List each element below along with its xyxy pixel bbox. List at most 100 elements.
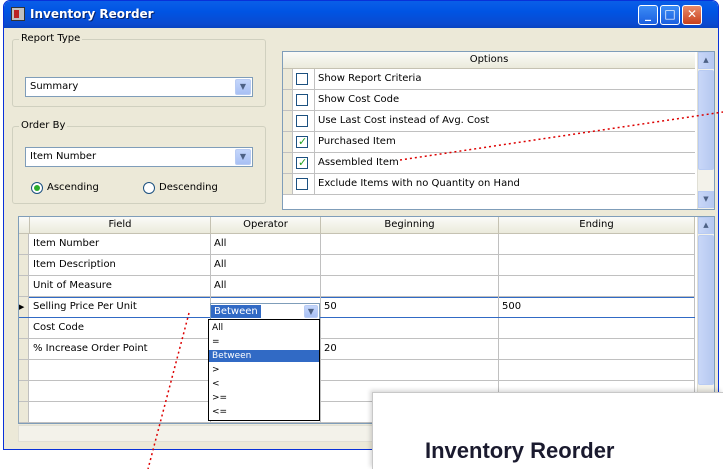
row-stub	[19, 318, 29, 338]
ending-cell[interactable]	[499, 255, 695, 275]
chevron-down-icon[interactable]: ▼	[235, 79, 251, 95]
option-label: Purchased Item	[314, 132, 396, 152]
ending-cell[interactable]	[499, 234, 695, 254]
operator-column-header[interactable]: Operator	[211, 217, 321, 234]
scroll-up-icon[interactable]: ▲	[698, 52, 714, 69]
operator-option-all[interactable]: All	[209, 322, 319, 334]
show-cost-code-checkbox[interactable]	[296, 94, 308, 106]
beginning-column-header[interactable]: Beginning	[321, 217, 499, 234]
option-use-last-cost[interactable]: Use Last Cost instead of Avg. Cost	[283, 111, 695, 132]
field-cell[interactable]	[30, 381, 211, 401]
callout-title: Inventory Reorder	[425, 438, 615, 463]
scroll-thumb[interactable]	[698, 235, 714, 385]
operator-option-less[interactable]: <	[209, 378, 319, 390]
table-row-selected[interactable]: ▶ Selling Price Per Unit 50 500	[19, 297, 695, 318]
app-icon	[11, 7, 25, 21]
scroll-down-icon[interactable]: ▼	[698, 191, 714, 208]
order-by-value: Item Number	[30, 151, 97, 162]
assembled-item-checkbox[interactable]	[296, 156, 308, 169]
ending-cell[interactable]: 500	[499, 297, 695, 317]
report-type-select[interactable]: Summary ▼	[25, 77, 253, 97]
ending-cell[interactable]	[499, 339, 695, 359]
close-button[interactable]: ✕	[682, 5, 702, 25]
ending-column-header[interactable]: Ending	[499, 217, 695, 234]
option-exclude-no-quantity[interactable]: Exclude Items with no Quantity on Hand	[283, 174, 695, 195]
table-row[interactable]: % Increase Order Point 20	[19, 339, 695, 360]
purchased-item-checkbox[interactable]	[296, 135, 308, 148]
option-show-report-criteria[interactable]: Show Report Criteria	[283, 69, 695, 90]
field-cell[interactable]: Item Number	[30, 234, 211, 254]
beginning-cell[interactable]	[321, 234, 499, 254]
descending-radio[interactable]	[143, 182, 155, 194]
operator-option-greater[interactable]: >	[209, 364, 319, 376]
operator-cell[interactable]: All	[211, 276, 321, 296]
show-report-criteria-checkbox[interactable]	[296, 73, 308, 85]
operator-option-between[interactable]: Between	[209, 350, 319, 362]
beginning-cell[interactable]	[321, 255, 499, 275]
option-label: Exclude Items with no Quantity on Hand	[314, 174, 520, 194]
table-row[interactable]: Item Number All	[19, 234, 695, 255]
table-row[interactable]: Cost Code	[19, 318, 695, 339]
row-stub	[283, 132, 293, 152]
callout-card: Inventory Reorder	[372, 392, 723, 469]
order-by-select[interactable]: Item Number ▼	[25, 147, 253, 167]
operator-select[interactable]: Between ▼	[210, 303, 320, 320]
row-stub	[19, 381, 29, 401]
field-cell[interactable]: Unit of Measure	[30, 276, 211, 296]
use-last-cost-checkbox[interactable]	[296, 115, 308, 127]
order-by-group: Order By Item Number ▼ Ascending Descend…	[12, 120, 266, 204]
table-row[interactable]: Unit of Measure All	[19, 276, 695, 297]
option-label: Show Report Criteria	[314, 69, 421, 89]
row-stub	[19, 402, 29, 422]
field-cell[interactable]	[30, 360, 211, 380]
report-type-value: Summary	[30, 81, 79, 92]
ending-cell[interactable]	[499, 318, 695, 338]
ending-cell[interactable]	[499, 360, 695, 380]
scroll-up-icon[interactable]: ▲	[698, 217, 714, 234]
chevron-down-icon[interactable]: ▼	[304, 305, 318, 318]
operator-option-less-equal[interactable]: <=	[209, 406, 319, 418]
beginning-cell[interactable]: 20	[321, 339, 499, 359]
beginning-cell[interactable]	[321, 318, 499, 338]
order-by-label: Order By	[19, 120, 68, 131]
field-cell[interactable]: Cost Code	[30, 318, 211, 338]
beginning-cell[interactable]	[321, 360, 499, 380]
scroll-thumb[interactable]	[698, 70, 714, 170]
table-row-empty[interactable]	[19, 360, 695, 381]
option-purchased-item[interactable]: Purchased Item	[283, 132, 695, 153]
row-stub	[283, 69, 293, 89]
title-bar[interactable]: Inventory Reorder _ □ ✕	[4, 1, 718, 28]
descending-label: Descending	[159, 182, 218, 193]
report-type-group: Report Type Summary ▼	[12, 33, 266, 107]
chevron-down-icon[interactable]: ▼	[235, 149, 251, 165]
field-cell[interactable]: Item Description	[30, 255, 211, 275]
table-row[interactable]: Item Description All	[19, 255, 695, 276]
operator-cell[interactable]: All	[211, 255, 321, 275]
field-cell[interactable]	[30, 402, 211, 422]
field-column-header[interactable]: Field	[30, 217, 211, 234]
row-stub	[283, 90, 293, 110]
option-assembled-item[interactable]: Assembled Item	[283, 153, 695, 174]
options-header: Options	[283, 52, 695, 69]
maximize-button[interactable]: □	[660, 5, 680, 25]
row-stub	[283, 153, 293, 173]
beginning-cell[interactable]	[321, 276, 499, 296]
option-label: Use Last Cost instead of Avg. Cost	[314, 111, 489, 131]
field-cell[interactable]: % Increase Order Point	[30, 339, 211, 359]
row-stub	[19, 339, 29, 359]
option-label: Show Cost Code	[314, 90, 399, 110]
operator-option-greater-equal[interactable]: >=	[209, 392, 319, 404]
ending-cell[interactable]	[499, 276, 695, 296]
options-list: Options Show Report Criteria Show Cost C…	[282, 51, 715, 210]
ascending-radio[interactable]	[31, 182, 43, 194]
minimize-button[interactable]: _	[638, 5, 658, 25]
field-cell[interactable]: Selling Price Per Unit	[30, 297, 211, 317]
beginning-cell[interactable]: 50	[321, 297, 499, 317]
operator-cell[interactable]: All	[211, 234, 321, 254]
exclude-no-quantity-checkbox[interactable]	[296, 178, 308, 190]
operator-option-equals[interactable]: =	[209, 336, 319, 348]
row-stub	[19, 234, 29, 254]
option-show-cost-code[interactable]: Show Cost Code	[283, 90, 695, 111]
inventory-reorder-window: Inventory Reorder _ □ ✕ Report Type Summ…	[3, 0, 719, 450]
options-scrollbar[interactable]: ▲ ▼	[697, 52, 714, 209]
